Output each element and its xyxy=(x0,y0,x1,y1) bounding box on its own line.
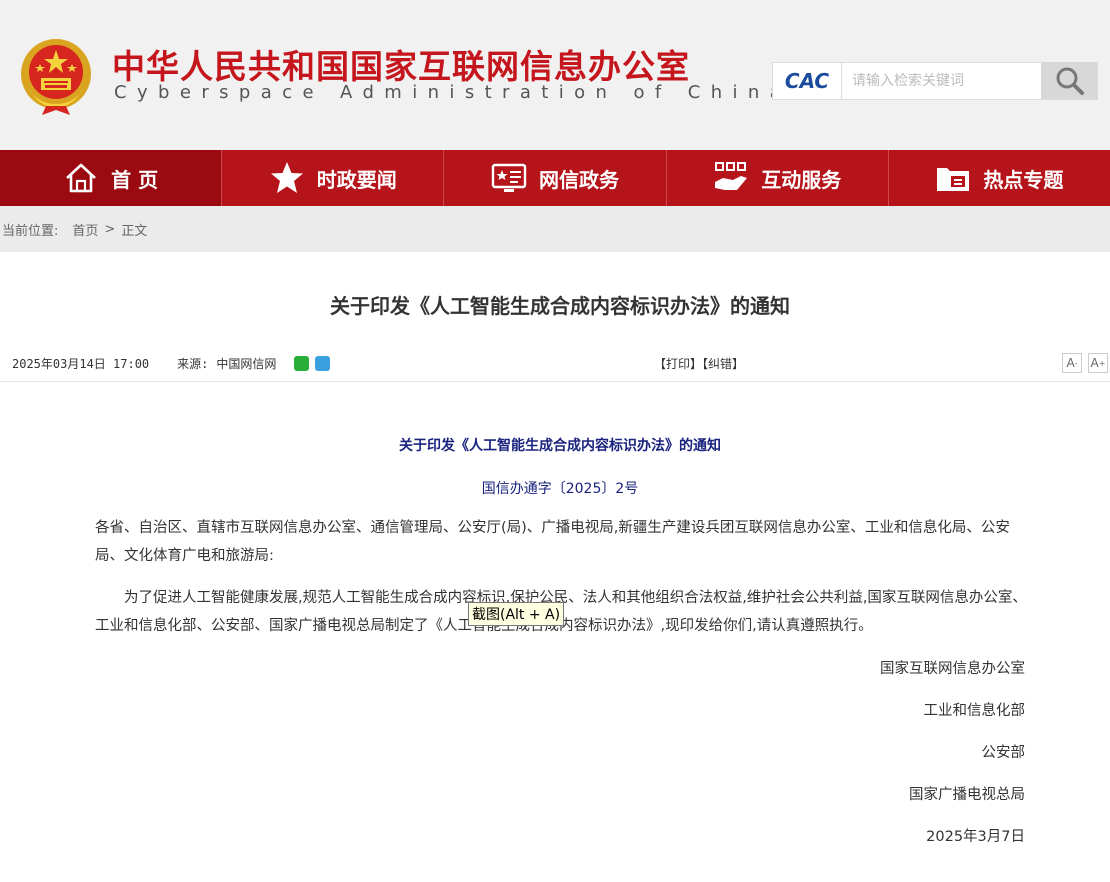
article-meta: 2025年03月14日 17:00 来源: 中国网信网 xyxy=(12,355,331,372)
signature-date: 2025年3月7日 xyxy=(926,829,1025,845)
publish-date: 2025年03月14日 17:00 xyxy=(12,357,150,371)
breadcrumb-home[interactable]: 首页 xyxy=(72,220,98,239)
source-name: 中国网信网 xyxy=(216,357,277,371)
breadcrumb-separator: > xyxy=(104,221,116,237)
site-title[interactable]: 中华人民共和国国家互联网信息办公室 xyxy=(112,40,690,88)
service-icon xyxy=(715,162,748,190)
breadcrumb: 当前位置: 首页 > 正文 xyxy=(0,206,1110,252)
national-emblem-icon[interactable] xyxy=(18,36,94,116)
nav-item-service[interactable]: 互动服务 xyxy=(667,150,889,206)
folder-icon xyxy=(937,168,970,191)
meta-divider xyxy=(0,381,1110,382)
cac-logo: CAC xyxy=(773,63,842,99)
nav-label: 首 页 xyxy=(111,167,159,192)
signature-nrta: 国家广播电视总局 xyxy=(909,787,1025,803)
print-link[interactable]: 【打印】 xyxy=(654,357,702,371)
main-nav: 首 页 时政要闻 网信政务 互动服务 热点专题 xyxy=(0,150,1110,206)
paragraph-recipients: 各省、自治区、直辖市互联网信息办公室、通信管理局、公安厅(局)、广播电视局,新疆… xyxy=(95,520,1010,564)
font-increase-button[interactable]: A + xyxy=(1088,353,1108,373)
nav-item-topics[interactable]: 热点专题 xyxy=(889,150,1110,206)
nav-label: 时政要闻 xyxy=(316,167,397,192)
print-tools: 【打印】【纠错】 xyxy=(654,355,744,372)
wechat-share-icon[interactable] xyxy=(294,356,310,371)
nav-item-news[interactable]: 时政要闻 xyxy=(222,150,445,206)
monitor-icon xyxy=(491,163,527,192)
nav-label: 网信政务 xyxy=(539,167,619,192)
font-size-controls: A- A + xyxy=(1062,353,1108,373)
signature-miit: 工业和信息化部 xyxy=(923,703,1026,719)
font-decrease-button[interactable]: A- xyxy=(1062,353,1082,373)
nav-label: 互动服务 xyxy=(761,167,842,192)
site-header: 中华人民共和国国家互联网信息办公室 Cyberspace Administrat… xyxy=(0,0,1110,150)
font-large-label: A xyxy=(1090,356,1099,370)
signature-mps: 公安部 xyxy=(981,745,1026,761)
breadcrumb-label: 当前位置: xyxy=(2,223,59,239)
search-input[interactable] xyxy=(842,63,1042,99)
screenshot-tooltip: 截图(Alt + A) xyxy=(468,602,565,626)
document-number: 国信办通字〔2025〕2号 xyxy=(481,481,639,497)
search-icon xyxy=(1056,67,1084,95)
search-box: CAC xyxy=(772,62,1098,100)
document-title: 关于印发《人工智能生成合成内容标识办法》的通知 xyxy=(399,438,721,454)
source-label: 来源: xyxy=(177,357,209,371)
home-icon xyxy=(66,163,96,193)
nav-item-home[interactable]: 首 页 xyxy=(0,150,223,206)
qzone-share-icon[interactable] xyxy=(315,356,331,371)
nav-label: 热点专题 xyxy=(983,167,1064,192)
signature-cac: 国家互联网信息办公室 xyxy=(880,661,1025,677)
font-small-label: A xyxy=(1066,356,1075,370)
site-title-en: Cyberspace Administration of China xyxy=(114,82,792,103)
correct-link[interactable]: 【纠错】 xyxy=(702,357,744,371)
star-icon xyxy=(270,162,303,193)
breadcrumb-current: 正文 xyxy=(121,223,148,239)
nav-item-affairs[interactable]: 网信政务 xyxy=(444,150,667,206)
search-button[interactable] xyxy=(1041,62,1098,100)
article-title: 关于印发《人工智能生成合成内容标识办法》的通知 xyxy=(330,294,790,318)
